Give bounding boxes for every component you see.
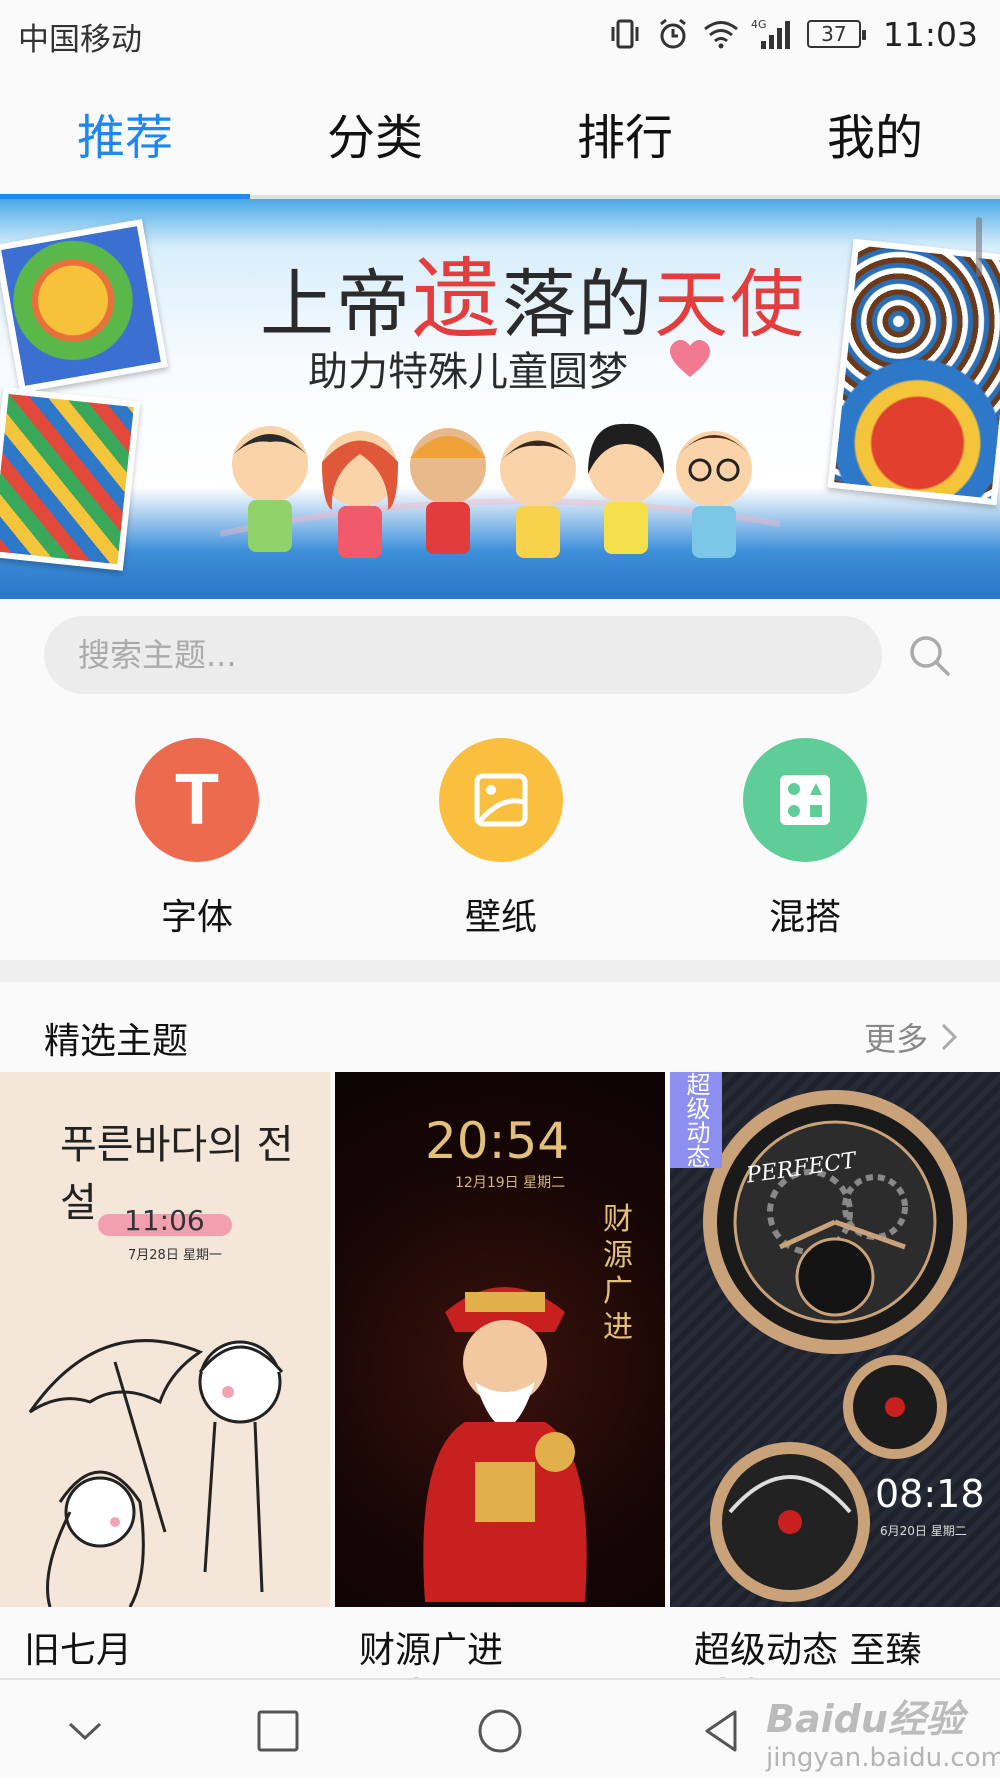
vibrate-icon bbox=[607, 16, 643, 52]
lockscreen-date: 12月19日 星期二 bbox=[455, 1175, 566, 1191]
theme-thumbnail: 20:54 12月19日 星期二 财源广进 bbox=[335, 1072, 665, 1607]
carrier-name: 中国移动 bbox=[18, 22, 142, 58]
theme-thumbnail: 푸른바다의 전설 11:06 7月28日 星期一 bbox=[0, 1072, 330, 1607]
back-button[interactable] bbox=[697, 1706, 747, 1756]
category-font[interactable]: T 字体 bbox=[135, 738, 259, 940]
baidu-watermark: Baidu经验 jingyan.baidu.com bbox=[766, 1697, 1000, 1773]
network-type: 4G bbox=[751, 18, 767, 31]
category-mix-label: 混搭 bbox=[768, 897, 841, 938]
theme-name: 超级动态 至臻 bbox=[694, 1630, 922, 1671]
promo-banner[interactable]: 上帝遗落的天使 助力特殊儿童圆梦 bbox=[0, 199, 1000, 599]
category-font-label: 字体 bbox=[160, 897, 233, 938]
featured-section-title: 精选主题 bbox=[44, 1021, 189, 1062]
theme-name: 财源广进 bbox=[359, 1630, 504, 1671]
tab-mine[interactable]: 我的 bbox=[750, 68, 1000, 198]
lockscreen-time: 08:18 bbox=[875, 1472, 985, 1516]
section-divider bbox=[0, 960, 1000, 982]
category-wallpaper[interactable]: 壁纸 bbox=[439, 738, 563, 940]
banner-artwork-house bbox=[0, 387, 141, 571]
lockscreen-date: 6月20日 星期二 bbox=[880, 1524, 967, 1538]
search-icon[interactable] bbox=[906, 632, 952, 678]
search-bar[interactable] bbox=[44, 616, 882, 694]
couple-umbrella-illustration bbox=[28, 1339, 284, 1607]
mix-icon bbox=[743, 738, 867, 862]
tab-category[interactable]: 分类 bbox=[250, 68, 500, 198]
lockscreen-time: 11:06 bbox=[124, 1204, 205, 1237]
children-illustration bbox=[220, 423, 780, 558]
alarm-icon bbox=[655, 16, 691, 52]
banner-subtitle: 助力特殊儿童圆梦 bbox=[308, 349, 628, 395]
theme-card[interactable]: 20:54 12月19日 星期二 财源广进 财源广进 ¥5.0 bbox=[335, 1072, 665, 1695]
lockscreen-time: 20:54 bbox=[425, 1112, 570, 1170]
more-link[interactable]: 更多 bbox=[864, 1014, 958, 1060]
tab-ranking[interactable]: 排行 bbox=[500, 68, 750, 198]
theme-thumbnail: PERFECT 08:18 6月20日 星期二 超级动态 bbox=[670, 1072, 1000, 1607]
wallpaper-icon bbox=[439, 738, 563, 862]
chevron-down-icon[interactable] bbox=[60, 1706, 110, 1756]
theme-name: 旧七月 bbox=[24, 1630, 133, 1671]
clock: 11:03 bbox=[882, 14, 978, 54]
banner-title: 上帝遗落的天使 bbox=[260, 248, 807, 351]
font-icon: T bbox=[135, 738, 259, 862]
recent-apps-button[interactable] bbox=[253, 1706, 303, 1756]
category-wallpaper-label: 壁纸 bbox=[464, 897, 537, 938]
status-icons: 4G 37 11:03 bbox=[607, 10, 978, 58]
banner-artwork-tree bbox=[827, 238, 1000, 506]
fortune-text: 财源广进 bbox=[603, 1202, 633, 1345]
lockscreen-date: 7月28日 星期一 bbox=[128, 1248, 222, 1263]
search-input[interactable] bbox=[44, 616, 882, 694]
god-of-wealth-illustration bbox=[423, 1287, 587, 1602]
more-label: 更多 bbox=[863, 1020, 928, 1058]
home-button[interactable] bbox=[475, 1706, 525, 1756]
top-tabs: 推荐 分类 排行 我的 bbox=[0, 68, 1000, 198]
tab-recommend[interactable]: 推荐 bbox=[0, 68, 250, 198]
battery-indicator: 37 bbox=[806, 20, 866, 48]
chevron-right-icon bbox=[941, 1023, 958, 1051]
theme-card[interactable]: PERFECT 08:18 6月20日 星期二 超级动态 超级动态 至臻 ¥8.… bbox=[670, 1072, 1000, 1695]
signal-icon: 4G bbox=[751, 16, 795, 52]
status-bar: 中国移动 4G 37 11:03 bbox=[0, 0, 1000, 68]
theme-card[interactable]: 푸른바다의 전설 11:06 7月28日 星期一 旧七月 免费 bbox=[0, 1072, 330, 1695]
wifi-icon bbox=[703, 16, 739, 52]
banner-artwork-sun bbox=[0, 219, 168, 393]
heart-icon bbox=[670, 340, 710, 377]
super-dynamic-badge: 超级动态 bbox=[670, 1072, 722, 1168]
banner-scroll-indicator bbox=[976, 217, 982, 277]
category-mix[interactable]: 混搭 bbox=[743, 738, 867, 940]
